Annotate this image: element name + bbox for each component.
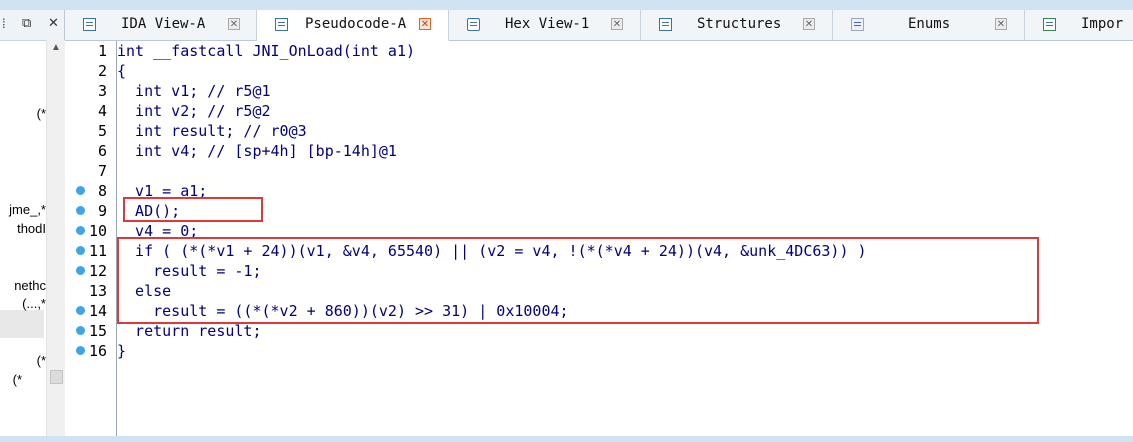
line-number: 3 — [97, 82, 107, 100]
line-number: 10 — [88, 222, 107, 240]
list-item[interactable]: *) — [0, 106, 46, 121]
line-number: 11 — [88, 242, 107, 260]
close-panel-icon[interactable]: ✕ — [48, 15, 59, 31]
tab-label: Pseudocode-A — [305, 16, 407, 32]
code-text[interactable]: int v1; // r5@1 — [117, 81, 270, 101]
line-number: 2 — [97, 62, 107, 80]
tab-label: Impor — [1081, 16, 1124, 32]
tab-pseudocode-a[interactable]: Pseudocode-A ✕ — [257, 10, 449, 41]
hex-view-icon — [467, 18, 480, 31]
line-number: 9 — [97, 202, 107, 220]
line-number: 15 — [88, 322, 107, 340]
code-text[interactable]: } — [117, 341, 126, 361]
line-number: 13 — [88, 282, 107, 300]
float-window-icon[interactable]: ⧉ — [22, 15, 31, 31]
code-text[interactable]: int v2; // r5@2 — [117, 101, 270, 121]
code-line[interactable]: 4 int v2; // r5@2 — [65, 101, 1065, 121]
pseudocode-editor[interactable]: 1 int __fastcall JNI_OnLoad(int a1) 2{3 in… — [65, 41, 1133, 436]
code-text[interactable]: int v4; // [sp+4h] [bp-14h]@1 — [117, 141, 397, 161]
code-line[interactable]: 15 return result; — [65, 321, 1065, 341]
list-item[interactable]: *) — [0, 372, 22, 387]
tab-label: Structures — [697, 16, 782, 32]
line-number: 16 — [88, 342, 107, 360]
code-line[interactable]: 2{ — [65, 61, 1065, 81]
tab-hex-view-1[interactable]: Hex View-1 ✕ — [449, 10, 641, 40]
ida-view-icon — [83, 18, 96, 31]
line-number: 1 — [97, 42, 107, 60]
left-panel-scrollbar[interactable]: ▲ — [46, 40, 65, 436]
enums-icon — [851, 18, 864, 31]
code-text[interactable]: { — [117, 61, 126, 81]
imports-icon — [1043, 18, 1056, 31]
scrollbar-thumb[interactable] — [50, 370, 63, 384]
code-line[interactable]: 7 — [65, 161, 1065, 181]
line-number: 6 — [97, 142, 107, 160]
list-item[interactable]: *,...) — [0, 296, 46, 311]
line-number: 14 — [88, 302, 107, 320]
line-number: 12 — [88, 262, 107, 280]
highlight-box-if-block — [117, 237, 1039, 324]
left-panel: ⁞ ⧉ ✕ *) *,_jme thodI nethc *,...) *) *)… — [0, 10, 65, 436]
scroll-up-arrow-icon[interactable]: ▲ — [51, 42, 61, 53]
code-line[interactable]: 5 int result; // r0@3 — [65, 121, 1065, 141]
code-line[interactable]: 1 int __fastcall JNI_OnLoad(int a1) — [65, 41, 1065, 61]
panel-menu-icon[interactable]: ⁞ — [2, 16, 6, 31]
left-panel-header: ⁞ ⧉ ✕ — [0, 10, 64, 41]
tab-label: Enums — [908, 16, 951, 32]
pseudocode-icon — [275, 18, 288, 31]
list-item[interactable]: nethc — [0, 278, 46, 293]
code-text[interactable]: return result; — [117, 321, 261, 341]
close-tab-icon[interactable]: ✕ — [995, 18, 1007, 30]
tab-label: Hex View-1 — [505, 16, 590, 32]
tab-bar: IDA View-A ✕ Pseudocode-A ✕ Hex View-1 ✕… — [65, 10, 1133, 41]
code-line[interactable]: 6 int v4; // [sp+4h] [bp-14h]@1 — [65, 141, 1065, 161]
close-tab-icon[interactable]: ✕ — [228, 18, 240, 30]
code-line[interactable]: 16} — [65, 341, 1065, 361]
status-strip — [0, 436, 1133, 442]
list-item[interactable]: thodI — [0, 221, 46, 236]
code-text[interactable]: int __fastcall JNI_OnLoad(int a1) — [117, 41, 415, 61]
close-tab-icon[interactable]: ✕ — [611, 18, 623, 30]
close-tab-icon[interactable]: ✕ — [803, 18, 815, 30]
line-number: 7 — [97, 162, 107, 180]
highlight-box-ad-call — [123, 197, 263, 222]
tab-ida-view-a[interactable]: IDA View-A ✕ — [65, 10, 257, 40]
list-item[interactable]: *) — [0, 353, 46, 368]
structures-icon — [659, 18, 672, 31]
tab-label: IDA View-A — [121, 16, 206, 32]
tab-imports[interactable]: Impor — [1025, 10, 1133, 40]
list-item-selected[interactable] — [0, 310, 44, 338]
code-line[interactable]: 3 int v1; // r5@1 — [65, 81, 1065, 101]
list-item[interactable]: *,_jme — [0, 202, 46, 217]
code-text[interactable]: int result; // r0@3 — [117, 121, 307, 141]
tab-enums[interactable]: Enums ✕ — [833, 10, 1025, 40]
close-tab-icon[interactable]: ✕ — [419, 18, 431, 30]
line-number: 5 — [97, 122, 107, 140]
line-number: 8 — [97, 182, 107, 200]
line-number: 4 — [97, 102, 107, 120]
tab-structures[interactable]: Structures ✕ — [641, 10, 833, 40]
